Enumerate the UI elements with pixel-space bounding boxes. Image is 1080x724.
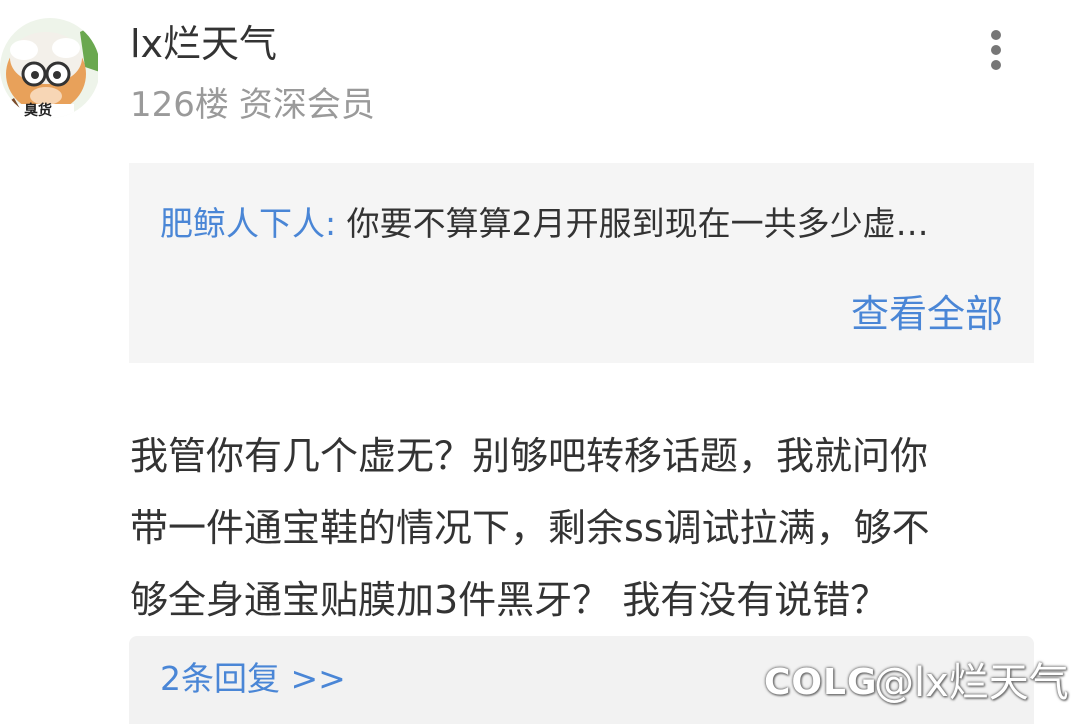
comment-post: 臭货 lx烂天气 126楼 资深会员 肥鲸人下人: 你要不算算2月开服到现在一共多… (0, 0, 1080, 724)
avatar[interactable]: 臭货 (0, 12, 98, 124)
member-rank: 资深会员 (238, 85, 375, 125)
floor-number: 126楼 (130, 85, 229, 125)
quoted-reply: 肥鲸人下人: 你要不算算2月开服到现在一共多少虚… 查看全部 (129, 163, 1034, 363)
quote-line: 肥鲸人下人: 你要不算算2月开服到现在一共多少虚… (160, 201, 1000, 247)
watermark-handle: @lx烂天气 (874, 660, 1069, 706)
post-body-line: 我管你有几个虚无？别够吧转移话题，我就问你 (130, 434, 929, 478)
username[interactable]: lx烂天气 (130, 18, 277, 70)
quote-author[interactable]: 肥鲸人下人: (160, 204, 336, 243)
post-body-line: 够全身通宝贴膜加3件黑牙？ 我有没有说错？ (130, 578, 889, 622)
post-meta: 126楼 资深会员 (130, 80, 375, 130)
view-all-link[interactable]: 查看全部 (851, 289, 1003, 339)
post-body: 我管你有几个虚无？别够吧转移话题，我就问你 带一件通宝鞋的情况下，剩余ss调试拉… (130, 420, 1030, 636)
replies-link[interactable]: 2条回复 >> (160, 656, 346, 702)
colg-logo: COLG (764, 662, 878, 703)
post-body-line: 带一件通宝鞋的情况下，剩余ss调试拉满，够不 (130, 506, 930, 550)
avatar-badge: 臭货 (24, 103, 52, 119)
more-vertical-icon[interactable] (980, 26, 1014, 74)
quote-text: 你要不算算2月开服到现在一共多少虚… (346, 204, 929, 243)
